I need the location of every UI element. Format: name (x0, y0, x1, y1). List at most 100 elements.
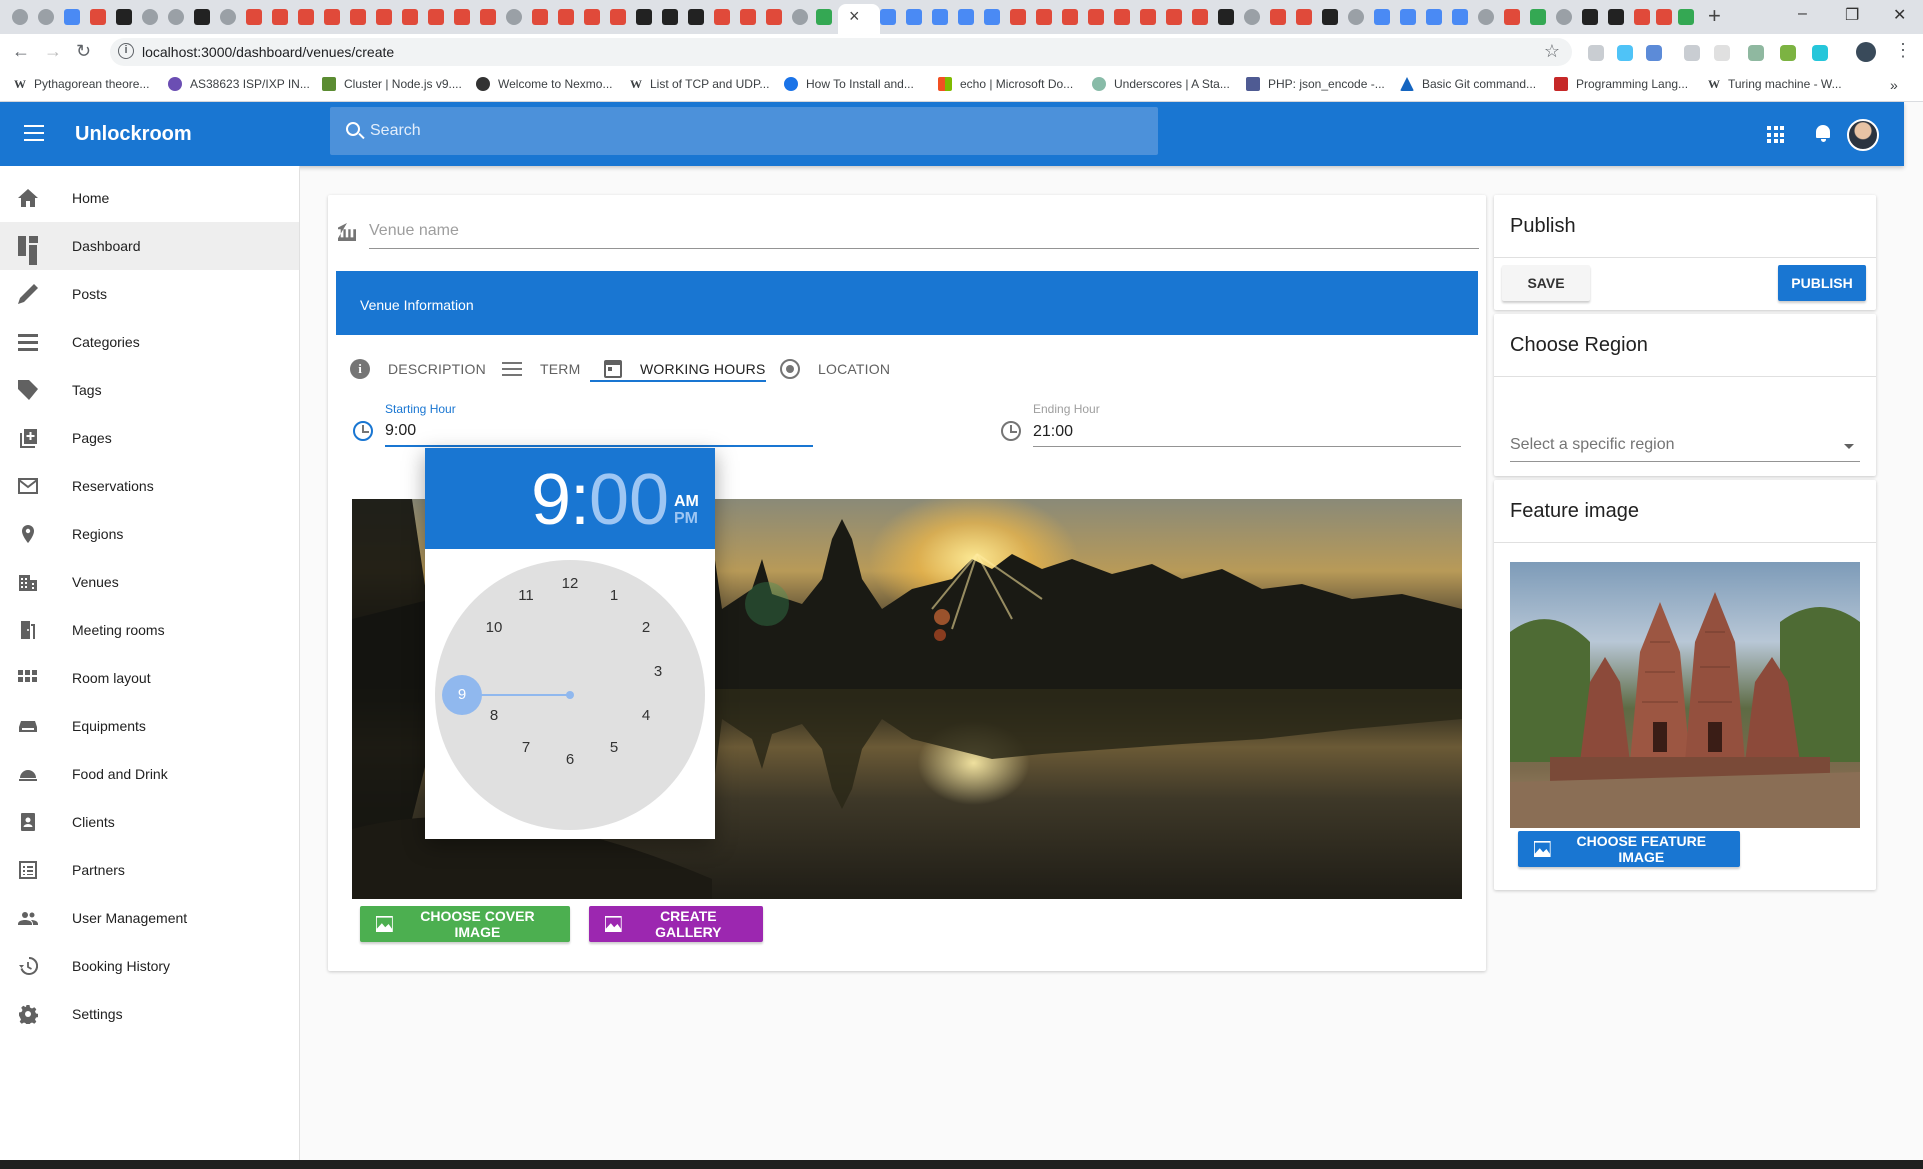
reload-icon[interactable]: ↻ (76, 41, 91, 62)
extension-icon[interactable] (1646, 45, 1662, 61)
tab-favicon-icon[interactable] (880, 9, 896, 25)
bookmark-item[interactable]: Programming Lang... (1554, 77, 1688, 91)
sidebar-item-booking-history[interactable]: Booking History (0, 942, 299, 990)
tab-favicon-icon[interactable] (558, 9, 574, 25)
sidebar-item-regions[interactable]: Regions (0, 510, 299, 558)
tab-favicon-icon[interactable] (12, 9, 28, 25)
extension-icon[interactable] (1812, 45, 1828, 61)
ending-hour-input[interactable] (1033, 417, 1461, 447)
picker-minute[interactable]: 00 (589, 460, 669, 540)
minimize-icon[interactable]: – (1798, 5, 1807, 23)
sidebar-item-home[interactable]: Home (0, 174, 299, 222)
tab-favicon-icon[interactable] (1556, 9, 1572, 25)
sidebar-item-settings[interactable]: Settings (0, 990, 299, 1038)
tab-favicon-icon[interactable] (1478, 9, 1494, 25)
tab-favicon-icon[interactable] (1036, 9, 1052, 25)
tab-favicon-icon[interactable] (64, 9, 80, 25)
bookmark-item[interactable]: How To Install and... (784, 77, 914, 91)
tab-favicon-icon[interactable] (480, 9, 496, 25)
bookmark-item[interactable]: PHP: json_encode -... (1246, 77, 1385, 91)
bookmark-item[interactable]: echo | Microsoft Do... (938, 77, 1073, 91)
tab-favicon-icon[interactable] (428, 9, 444, 25)
address-url[interactable]: localhost:3000/dashboard/venues/create (142, 44, 394, 60)
tab-favicon-icon[interactable] (454, 9, 470, 25)
bookmark-item[interactable]: Basic Git command... (1400, 77, 1536, 91)
choose-feature-image-button[interactable]: CHOOSE FEATURE IMAGE (1518, 831, 1740, 867)
extension-icon[interactable] (1780, 45, 1796, 61)
forward-icon[interactable]: → (44, 41, 62, 62)
tab-favicon-icon[interactable] (1296, 9, 1312, 25)
tab-favicon-icon[interactable] (816, 9, 832, 25)
dial-number[interactable]: 6 (555, 745, 585, 775)
tab-favicon-icon[interactable] (298, 9, 314, 25)
dial-number[interactable]: 11 (511, 581, 541, 611)
tab-favicon-icon[interactable] (1140, 9, 1156, 25)
sidebar-item-dashboard[interactable]: Dashboard (0, 222, 299, 270)
tab-favicon-icon[interactable] (272, 9, 288, 25)
bookmark-item[interactable]: W Turing machine - W... (1708, 77, 1842, 91)
tab-favicon-icon[interactable] (168, 9, 184, 25)
tab-favicon-icon[interactable] (116, 9, 132, 25)
tab-favicon-icon[interactable] (324, 9, 340, 25)
publish-button[interactable]: PUBLISH (1778, 265, 1866, 301)
tab-favicon-icon[interactable] (1582, 9, 1598, 25)
sidebar-item-venues[interactable]: Venues (0, 558, 299, 606)
bookmark-item[interactable]: Cluster | Node.js v9.... (322, 77, 462, 91)
tab-favicon-icon[interactable] (1400, 9, 1416, 25)
app-brand[interactable]: Unlockroom (75, 123, 192, 146)
picker-hour[interactable]: 9 (531, 460, 571, 540)
sidebar-item-clients[interactable]: Clients (0, 798, 299, 846)
browser-menu-icon[interactable]: ⋮ (1894, 40, 1912, 61)
sidebar-item-tags[interactable]: Tags (0, 366, 299, 414)
tab-favicon-icon[interactable] (636, 9, 652, 25)
tab-favicon-icon[interactable] (220, 9, 236, 25)
clock-dial[interactable]: 9 12 1 2 3 4 5 6 7 8 10 11 (435, 560, 705, 830)
sidebar-item-room-layout[interactable]: Room layout (0, 654, 299, 702)
tab-favicon-icon[interactable] (792, 9, 808, 25)
tab-favicon-icon[interactable] (90, 9, 106, 25)
notifications-bell-icon[interactable] (1815, 124, 1831, 142)
tab-favicon-icon[interactable] (1166, 9, 1182, 25)
sidebar-item-equipments[interactable]: Equipments (0, 702, 299, 750)
tab-description[interactable]: DESCRIPTION (350, 345, 486, 393)
sidebar-item-user-management[interactable]: User Management (0, 894, 299, 942)
tab-favicon-icon[interactable] (662, 9, 678, 25)
tab-favicon-icon[interactable] (1634, 9, 1650, 25)
create-gallery-button[interactable]: CREATE GALLERY (589, 906, 763, 942)
dial-number[interactable]: 3 (643, 657, 673, 687)
tab-favicon-icon[interactable] (1010, 9, 1026, 25)
tab-favicon-icon[interactable] (1088, 9, 1104, 25)
tab-favicon-icon[interactable] (142, 9, 158, 25)
tab-favicon-icon[interactable] (1270, 9, 1286, 25)
sidebar-item-posts[interactable]: Posts (0, 270, 299, 318)
tab-favicon-icon[interactable] (932, 9, 948, 25)
close-tab-icon[interactable]: × (849, 6, 860, 27)
picker-am[interactable]: AM (674, 493, 699, 511)
tab-favicon-icon[interactable] (1374, 9, 1390, 25)
bookmark-item[interactable]: Underscores | A Sta... (1092, 77, 1230, 91)
tab-favicon-icon[interactable] (1062, 9, 1078, 25)
tab-favicon-icon[interactable] (1504, 9, 1520, 25)
tab-favicon-icon[interactable] (1452, 9, 1468, 25)
choose-cover-image-button[interactable]: CHOOSE COVER IMAGE (360, 906, 570, 942)
tab-favicon-icon[interactable] (688, 9, 704, 25)
tab-favicon-icon[interactable] (1608, 9, 1624, 25)
extension-icon[interactable] (1588, 45, 1604, 61)
tab-favicon-icon[interactable] (906, 9, 922, 25)
tab-favicon-icon[interactable] (1656, 9, 1672, 25)
bookmark-star-icon[interactable]: ☆ (1544, 41, 1560, 62)
address-bar[interactable]: i localhost:3000/dashboard/venues/create… (110, 38, 1572, 66)
back-icon[interactable]: ← (12, 41, 30, 62)
bookmark-item[interactable]: W Pythagorean theore... (14, 77, 149, 91)
close-window-icon[interactable]: ✕ (1893, 5, 1906, 25)
tab-favicon-icon[interactable] (740, 9, 756, 25)
more-bookmarks-icon[interactable]: » (1890, 77, 1898, 93)
tab-favicon-icon[interactable] (506, 9, 522, 25)
dial-number[interactable]: 5 (599, 733, 629, 763)
tab-favicon-icon[interactable] (1530, 9, 1546, 25)
browser-profile-avatar[interactable] (1856, 42, 1876, 62)
region-select[interactable]: Select a specific region (1510, 428, 1860, 462)
tab-favicon-icon[interactable] (1678, 9, 1694, 25)
tab-favicon-icon[interactable] (1244, 9, 1260, 25)
tab-favicon-icon[interactable] (1348, 9, 1364, 25)
